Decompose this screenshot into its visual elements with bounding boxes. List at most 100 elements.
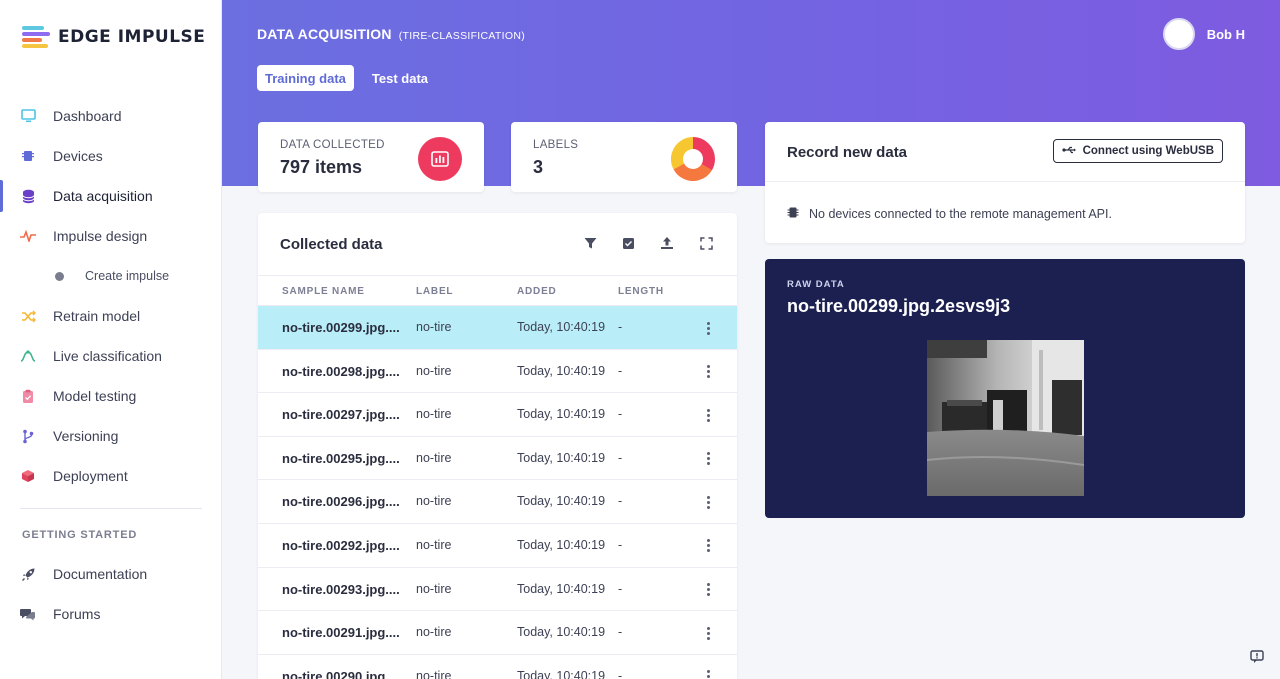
sample-label: no-tire [416,450,452,465]
column-header-label[interactable]: LABEL [416,286,453,297]
sample-added: Today, 10:40:19 [517,407,606,422]
sidebar-nav: Dashboard Devices Data acquisition Impul… [0,96,222,496]
rocket-icon [20,566,36,582]
table-row[interactable]: no-tire.00295.jpg.... no-tire Today, 10:… [258,435,737,480]
stat-label: LABELS [533,139,579,151]
sample-name: no-tire.00296.jpg.... [282,494,400,510]
sidebar-item-label: Forums [53,606,101,622]
row-menu-icon[interactable] [702,538,714,554]
sample-length: - [618,494,623,509]
collected-data-title: Collected data [280,236,383,253]
sample-image [927,340,1084,496]
sidebar-item-versioning[interactable]: Versioning [0,416,222,456]
column-header-sample-name[interactable]: SAMPLE NAME [282,286,365,297]
sample-length: - [618,625,623,640]
checkbox-select-icon[interactable] [620,235,636,251]
sample-name: no-tire.00298.jpg.... [282,363,400,379]
stat-value: 3 [533,157,544,177]
table-row[interactable]: no-tire.00290.jpg.... no-tire Today, 10:… [258,653,737,679]
stat-label: DATA COLLECTED [280,139,385,151]
row-menu-icon[interactable] [702,582,714,598]
sample-added: Today, 10:40:19 [517,363,606,378]
sample-name: no-tire.00297.jpg.... [282,407,400,423]
no-devices-text: No devices connected to the remote manag… [809,207,1112,221]
user-name: Bob H [1206,26,1245,42]
row-menu-icon[interactable] [702,364,714,380]
no-devices-message: No devices connected to the remote manag… [787,206,1112,222]
sample-added: Today, 10:40:19 [517,668,606,679]
table-row[interactable]: no-tire.00291.jpg.... no-tire Today, 10:… [258,610,737,654]
row-menu-icon[interactable] [702,669,714,679]
sidebar-nav-getting-started: Documentation Forums [0,554,222,634]
connect-webusb-button[interactable]: Connect using WebUSB [1052,139,1223,163]
sample-added: Today, 10:40:19 [517,320,606,334]
row-menu-icon[interactable] [702,451,714,467]
column-header-added[interactable]: ADDED [517,286,557,297]
sample-length: - [618,581,623,596]
sidebar-item-deployment[interactable]: Deployment [0,456,222,496]
table-row[interactable]: no-tire.00292.jpg.... no-tire Today, 10:… [258,522,737,567]
sample-added: Today, 10:40:19 [517,581,606,596]
shuffle-icon [20,308,36,324]
sample-label: no-tire [416,537,452,552]
sample-label: no-tire [416,363,452,378]
sidebar-item-impulse-design[interactable]: Impulse design [0,216,222,256]
sample-name: no-tire.00299.jpg.... [282,320,400,335]
row-menu-icon[interactable] [702,320,714,336]
sample-added: Today, 10:40:19 [517,625,606,640]
filter-icon[interactable] [582,235,598,251]
sample-label: no-tire [416,581,452,596]
column-header-length[interactable]: LENGTH [618,286,664,297]
sample-label: no-tire [416,494,452,509]
sidebar-item-data-acquisition[interactable]: Data acquisition [0,176,222,216]
sidebar-divider [20,508,202,509]
sidebar-item-label: Data acquisition [53,188,153,204]
database-icon [20,188,36,204]
upload-icon[interactable] [659,235,675,251]
sidebar-item-devices[interactable]: Devices [0,136,222,176]
logo[interactable]: EDGE IMPULSE [22,26,205,48]
fullscreen-icon[interactable] [698,235,714,251]
clipboard-icon [20,388,36,404]
sidebar-item-create-impulse[interactable]: Create impulse [0,256,222,296]
raw-data-label: RAW DATA [787,279,845,290]
row-menu-icon[interactable] [702,625,714,641]
stat-card-labels: LABELS 3 [511,122,737,192]
divider [765,181,1245,182]
sidebar-item-label: Documentation [53,566,148,582]
avatar[interactable] [1162,18,1195,50]
table-row[interactable]: no-tire.00297.jpg.... no-tire Today, 10:… [258,392,737,436]
sidebar-item-documentation[interactable]: Documentation [0,554,222,594]
usb-icon [1061,145,1076,157]
sidebar-item-retrain-model[interactable]: Retrain model [0,296,222,336]
sample-name: no-tire.00292.jpg.... [282,537,400,553]
table-row[interactable]: no-tire.00296.jpg.... no-tire Today, 10:… [258,479,737,523]
box-icon [20,468,36,484]
table-row[interactable]: no-tire.00293.jpg.... no-tire Today, 10:… [258,566,737,611]
data-tabs: Training data Test data [257,65,436,91]
sidebar-item-live-classification[interactable]: Live classification [0,336,222,376]
table-row[interactable]: no-tire.00299.jpg.... no-tire Today, 10:… [258,305,737,349]
chip-icon [20,148,36,164]
donut-chart-icon [671,137,715,181]
row-menu-icon[interactable] [702,494,714,510]
sample-added: Today, 10:40:19 [517,537,606,552]
sidebar-item-forums[interactable]: Forums [0,594,222,634]
record-new-data-card: Record new data Connect using WebUSB No … [765,122,1245,243]
user-menu[interactable]: Bob H [1162,18,1245,50]
sample-label: no-tire [416,407,452,422]
feedback-icon[interactable] [1248,648,1266,666]
branch-icon [20,428,36,444]
table-row[interactable]: no-tire.00298.jpg.... no-tire Today, 10:… [258,348,737,393]
record-title: Record new data [787,144,908,161]
sidebar-item-label: Model testing [53,388,137,404]
tab-test-data[interactable]: Test data [364,65,436,91]
tab-training-data[interactable]: Training data [257,65,354,91]
sample-length: - [618,320,623,334]
sidebar-item-dashboard[interactable]: Dashboard [0,96,222,136]
sample-name: no-tire.00291.jpg.... [282,625,400,641]
sidebar-item-model-testing[interactable]: Model testing [0,376,222,416]
stat-value: 797 items [280,157,363,177]
row-menu-icon[interactable] [702,407,714,423]
stat-card-data-collected: DATA COLLECTED 797 items [258,122,484,192]
